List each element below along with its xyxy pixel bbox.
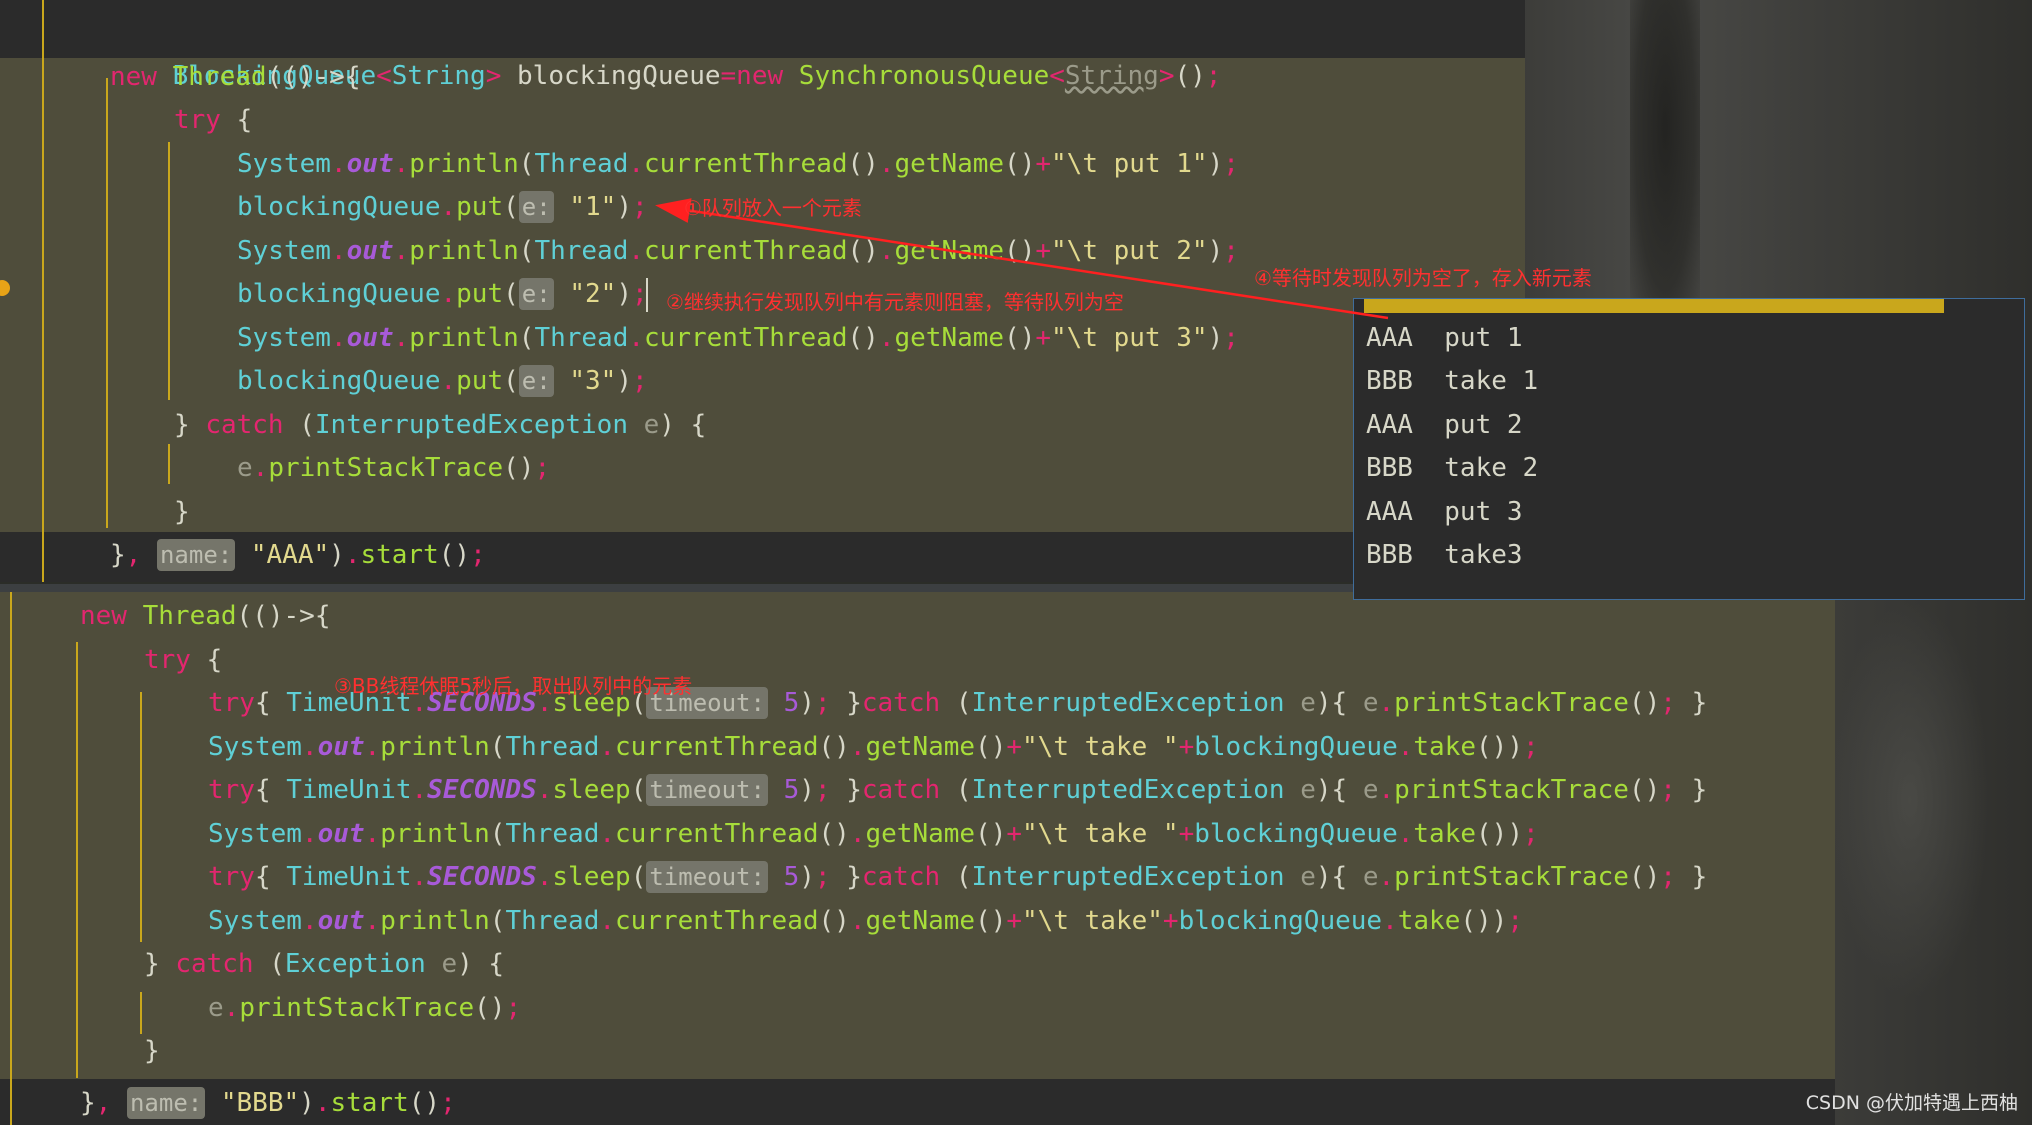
code-line[interactable]: System.out.println(Thread.currentThread(… [237,143,1239,186]
indent-guide [42,0,44,582]
indent-guide [140,992,142,1034]
code-line[interactable]: System.out.println(Thread.currentThread(… [237,230,1239,273]
background-shadow [1630,0,1700,320]
text-caret [646,278,648,312]
code-line[interactable]: new Thread(()->{ [80,595,330,638]
console-header [1364,299,1944,313]
indent-guide [76,642,78,1078]
param-hint: timeout: [646,774,768,806]
code-line[interactable]: System.out.println(Thread.currentThread(… [237,317,1239,360]
indent-guide [140,692,142,942]
code-line[interactable]: System.out.println(Thread.currentThread(… [208,900,1523,943]
param-hint: timeout: [646,861,768,893]
code-line[interactable]: try { [174,99,252,142]
code-line[interactable]: System.out.println(Thread.currentThread(… [208,726,1539,769]
console-line: BBB take3 [1366,540,1523,570]
code-line[interactable]: blockingQueue.put(e: "1"); [237,186,648,229]
param-hint: name: [156,539,236,571]
code-line[interactable]: try { [144,639,222,682]
param-hint: e: [518,278,554,310]
console-line: AAA put 2 [1366,410,1523,440]
code-line[interactable]: }, name: "AAA").start(); [110,534,486,577]
annotation-1: ①队列放入一个元素 [684,196,862,220]
code-line[interactable]: e.printStackTrace(); [208,987,521,1030]
code-line[interactable]: } [174,491,190,534]
indent-guide [168,444,170,484]
code-line[interactable]: e.printStackTrace(); [237,447,550,490]
console-line: BBB take 1 [1366,366,1539,396]
console-line: BBB take 2 [1366,453,1539,483]
code-line[interactable]: } [144,1030,160,1073]
annotation-2: ②继续执行发现队列中有元素则阻塞，等待队列为空 [666,290,1124,314]
watermark: CSDN @伏加特遇上西柚 [1805,1092,2018,1114]
annotation-4: ④等待时发现队列为空了，存入新元素 [1254,266,1592,290]
param-hint: e: [518,365,554,397]
code-line[interactable]: new Thread(()->{ [110,56,360,99]
code-line[interactable]: System.out.println(Thread.currentThread(… [208,813,1539,856]
console-line: AAA put 1 [1366,323,1523,353]
code-line[interactable]: try{ TimeUnit.SECONDS.sleep(timeout: 5);… [208,856,1707,899]
code-line[interactable]: try{ TimeUnit.SECONDS.sleep(timeout: 5);… [208,769,1707,812]
code-line[interactable]: BlockingQueue<String> blockingQueue=new … [110,12,1222,91]
indent-guide [10,592,12,1125]
indent-guide [106,78,108,528]
console-line: AAA put 3 [1366,497,1523,527]
annotation-3: ③BB线程休眠5秒后，取出队列中的元素 [334,674,693,698]
param-hint: e: [518,191,554,223]
code-line[interactable]: blockingQueue.put(e: "3"); [237,360,648,403]
code-line[interactable]: blockingQueue.put(e: "2"); [237,273,648,316]
indent-guide [168,142,170,400]
console-output[interactable]: AAA put 1 BBB take 1 AAA put 2 BBB take … [1353,298,2025,600]
param-hint: name: [126,1087,206,1119]
code-line[interactable]: } catch (InterruptedException e) { [174,404,706,447]
background-highlight [1830,600,1990,1000]
code-line[interactable]: } catch (Exception e) { [144,943,504,986]
code-line[interactable]: }, name: "BBB").start(); [80,1082,456,1125]
code-editor-bottom[interactable]: new Thread(()->{ try { try{ TimeUnit.SEC… [0,592,1835,1125]
